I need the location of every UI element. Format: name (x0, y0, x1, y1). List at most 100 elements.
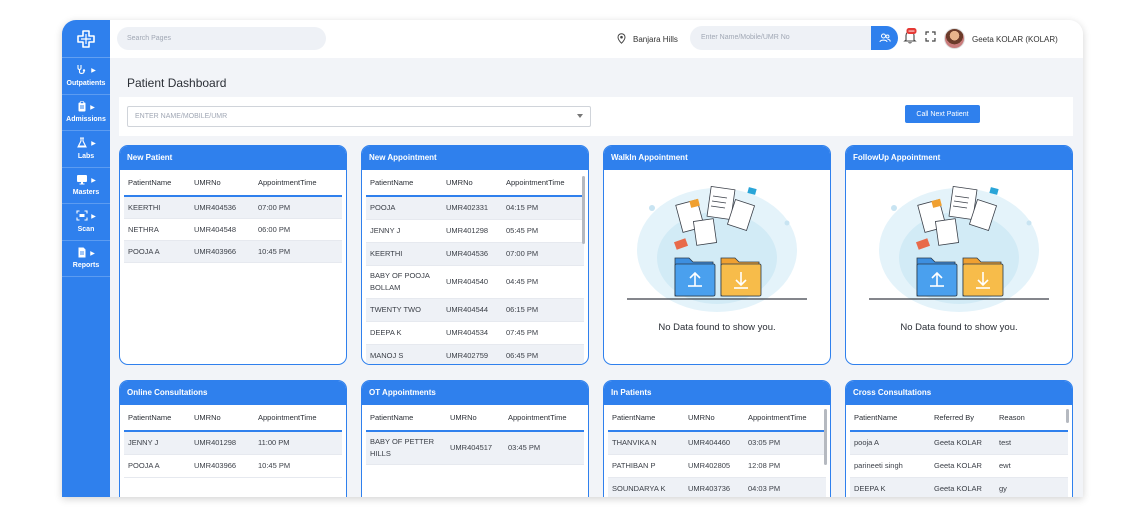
folders-illustration-icon (627, 186, 807, 312)
table-row[interactable]: BABY OF POOJA BOLLAM UMR404540 04:45 PM (366, 266, 584, 299)
sidebar-item-masters[interactable]: ▶ Masters (62, 168, 110, 204)
table-cell: PATHIBAN P (612, 461, 656, 470)
table-header: PatientName UMRNo AppointmentTime (124, 405, 342, 432)
card-title: OT Appointments (362, 381, 588, 405)
table-cell: UMR404536 (194, 202, 237, 212)
table-cell: POOJA (370, 203, 396, 212)
table-cell: THANVIKA N (612, 438, 657, 447)
no-data-message: No Data found to show you. (658, 322, 776, 333)
patient-select-dropdown[interactable]: ENTER NAME/MOBILE/UMR (127, 106, 591, 127)
table-row[interactable]: PATHIBAN P UMR402805 12:08 PM (608, 455, 826, 478)
cross-consultations-table: PatientName Referred By Reason pooja A Geeta… (850, 405, 1068, 497)
notification-bell-icon[interactable] (903, 28, 917, 44)
new-patient-table: PatientName UMRNo AppointmentTime KEERTHI UM… (124, 170, 342, 263)
table-cell: UMR404536 (446, 249, 489, 258)
table-row[interactable]: TWENTY TWO UMR404544 06:15 PM (366, 299, 584, 322)
table-cell: JENNY J (370, 226, 401, 235)
table-row[interactable]: KEERTHI UMR404536 07:00 PM (124, 197, 342, 219)
stethoscope-icon (76, 64, 88, 77)
table-row[interactable]: POOJA A UMR403966 10:45 PM (124, 241, 342, 263)
scan-icon (76, 210, 88, 223)
column-header: UMRNo (450, 413, 477, 422)
table-cell: UMR402759 (446, 351, 489, 360)
avatar[interactable] (944, 28, 965, 49)
table-row[interactable]: KEERTHI UMR404536 07:00 PM (366, 243, 584, 266)
sidebar-item-label: Admissions (66, 116, 106, 124)
table-row[interactable]: MANOJ S UMR402759 06:45 PM (366, 345, 584, 364)
table-cell: ewt (999, 461, 1011, 470)
ot-appointments-table: PatientName UMRNo AppointmentTime BABY OF P… (366, 405, 584, 465)
table-row[interactable]: JENNY J UMR401298 05:45 PM (366, 220, 584, 243)
column-header: AppointmentTime (258, 178, 317, 187)
search-pages-input[interactable]: Search Pages (117, 27, 326, 50)
table-row[interactable]: pooja A Geeta KOLAR test (850, 432, 1068, 455)
online-consultations-card: Online Consultations PatientName UMRNo App… (119, 380, 347, 497)
scrollbar[interactable] (1066, 409, 1069, 423)
sidebar-item-admissions[interactable]: ▶ Admissions (62, 95, 110, 131)
table-cell: BABY OF POOJA BOLLAM (370, 271, 430, 292)
sidebar-item-reports[interactable]: ▶ Reports (62, 241, 110, 277)
fullscreen-icon[interactable] (925, 31, 936, 42)
table-header: PatientName UMRNo AppointmentTime (366, 405, 584, 432)
table-row[interactable]: THANVIKA N UMR404460 03:05 PM (608, 432, 826, 455)
table-row[interactable]: SOUNDARYA K UMR403736 04:03 PM (608, 478, 826, 497)
table-row[interactable]: POOJA UMR402331 04:15 PM (366, 197, 584, 220)
table-row[interactable]: BABY OF PETTER HILLS UMR404517 03:45 PM (366, 432, 584, 465)
table-row[interactable]: JENNY J UMR401298 11:00 PM (124, 432, 342, 455)
column-header: PatientName (854, 413, 898, 422)
app-logo[interactable] (62, 20, 110, 58)
table-cell: 07:00 PM (506, 249, 539, 258)
patient-search-panel: ENTER NAME/MOBILE/UMR Call Next Patient (119, 97, 1073, 136)
no-data-illustration (604, 170, 830, 318)
report-icon (77, 247, 87, 260)
table-cell: UMR402805 (688, 461, 731, 470)
sidebar-item-scan[interactable]: ▶ Scan (62, 204, 110, 241)
sidebar-item-label: Scan (77, 225, 95, 233)
column-header: PatientName (128, 413, 172, 422)
sidebar-item-label: Outpatients (66, 79, 106, 87)
table-cell: 06:15 PM (506, 305, 539, 314)
sidebar-item-label: Labs (77, 152, 95, 160)
in-patients-table: PatientName UMRNo AppointmentTime THANVIKA … (608, 405, 826, 497)
sidebar-item-outpatients[interactable]: ▶ Outpatients (62, 58, 110, 95)
sidebar-item-label: Reports (72, 262, 100, 270)
call-next-patient-button[interactable]: Call Next Patient (905, 105, 980, 123)
users-icon (879, 33, 891, 43)
monitor-icon (76, 174, 88, 187)
chevron-right-icon: ▶ (90, 104, 95, 111)
scrollbar[interactable] (824, 409, 827, 465)
table-row[interactable]: POOJA A UMR403966 10:45 PM (124, 455, 342, 478)
patient-search-button[interactable] (871, 26, 898, 50)
table-row[interactable]: NETHRA UMR404548 06:00 PM (124, 219, 342, 241)
card-title: New Patient (120, 146, 346, 170)
table-cell: UMR403966 (194, 461, 237, 470)
card-title: Cross Consultations (846, 381, 1072, 405)
table-cell: 04:03 PM (748, 484, 781, 493)
column-header: UMRNo (194, 413, 221, 422)
user-name[interactable]: Geeta KOLAR (KOLAR) (972, 35, 1058, 44)
table-row[interactable]: DEEPA K Geeta KOLAR gy (850, 478, 1068, 497)
table-cell: Geeta KOLAR (934, 438, 982, 447)
clipboard-icon (77, 100, 87, 114)
table-cell: UMR404460 (688, 438, 731, 447)
column-header: AppointmentTime (506, 178, 565, 187)
chevron-right-icon: ▶ (91, 214, 96, 221)
scrollbar[interactable] (582, 176, 585, 244)
online-consultations-table: PatientName UMRNo AppointmentTime JENNY J UM… (124, 405, 342, 478)
table-cell: UMR401298 (194, 438, 237, 447)
cross-consultations-card: Cross Consultations PatientName Referred … (845, 380, 1073, 497)
table-header: PatientName UMRNo AppointmentTime (124, 170, 342, 197)
sidebar-item-labs[interactable]: ▶ Labs (62, 131, 110, 168)
column-header: UMRNo (194, 178, 221, 187)
chevron-right-icon: ▶ (91, 141, 96, 148)
card-title: New Appointment (362, 146, 588, 170)
table-cell: 04:45 PM (506, 277, 539, 286)
table-row[interactable]: DEEPA K UMR404534 07:45 PM (366, 322, 584, 345)
chevron-right-icon: ▶ (90, 250, 95, 257)
table-cell: KEERTHI (370, 249, 403, 258)
table-row[interactable]: parineeti singh Geeta KOLAR ewt (850, 455, 1068, 478)
location-label[interactable]: Banjara Hills (633, 35, 678, 44)
table-cell: 10:45 PM (258, 246, 291, 256)
app-window: ▶ Outpatients ▶ Admissions ▶ Labs ▶ Masters ▶ Sca… (62, 20, 1083, 497)
patient-search-input[interactable]: Enter Name/Mobile/UMR No (690, 26, 871, 50)
